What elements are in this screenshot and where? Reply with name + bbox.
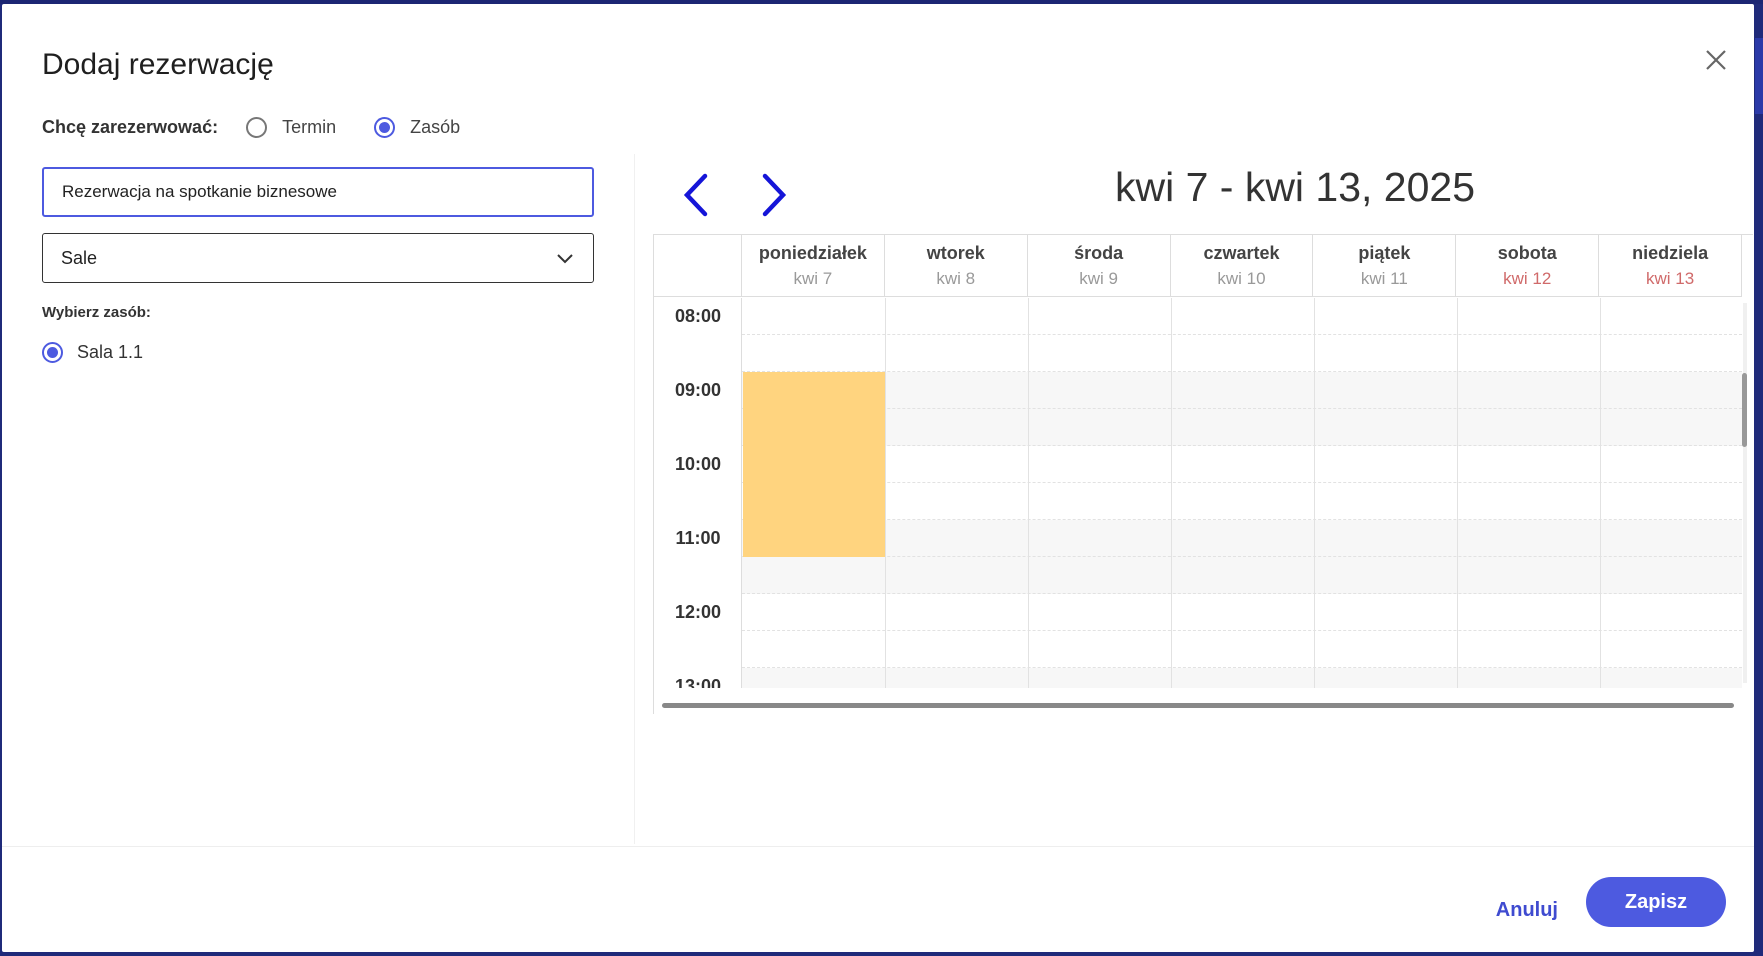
vertical-scrollbar[interactable] <box>1742 373 1747 447</box>
time-slot-row[interactable] <box>742 446 1742 483</box>
day-header-sunday[interactable]: niedziela kwi 13 <box>1599 235 1743 297</box>
day-column-divider <box>1600 298 1601 688</box>
header-corner <box>654 235 742 297</box>
vertical-scroll-track[interactable] <box>1743 303 1747 683</box>
day-date: kwi 10 <box>1217 269 1266 288</box>
radio-option-termin[interactable]: Termin <box>246 117 336 138</box>
day-header-friday[interactable]: piątek kwi 11 <box>1313 235 1457 297</box>
day-column-divider <box>885 298 886 688</box>
day-name: niedziela <box>1632 243 1709 263</box>
day-column-divider <box>1457 298 1458 688</box>
choose-resource-label: Wybierz zasób: <box>42 304 151 321</box>
resource-option-label: Sala 1.1 <box>77 342 144 362</box>
time-slot-row[interactable] <box>742 668 1742 688</box>
day-date: kwi 8 <box>936 269 976 288</box>
cancel-button[interactable]: Anuluj <box>1496 899 1558 922</box>
time-slot-row[interactable] <box>742 409 1742 446</box>
day-date: kwi 7 <box>793 269 833 288</box>
dialog-title: Dodaj rezerwację <box>42 48 274 81</box>
horizontal-scrollbar[interactable] <box>662 703 1734 708</box>
time-label: 13:00 <box>674 676 722 688</box>
time-label: 10:00 <box>674 454 722 474</box>
day-header-thursday[interactable]: czwartek kwi 10 <box>1171 235 1314 297</box>
radio-option-zasob[interactable]: Zasób <box>374 117 460 138</box>
radio-button-zasob[interactable] <box>374 117 396 138</box>
chevron-left-icon <box>683 173 708 217</box>
day-name: poniedziałek <box>758 243 867 263</box>
day-date: kwi 13 <box>1646 269 1695 288</box>
day-column-divider <box>1314 298 1315 688</box>
time-label: 12:00 <box>674 602 722 622</box>
backdrop-right-strip <box>1755 38 1763 114</box>
time-slot-row[interactable] <box>742 520 1742 557</box>
day-column-divider <box>1171 298 1172 688</box>
category-select[interactable]: Sale <box>42 233 594 283</box>
close-button[interactable] <box>1700 44 1732 76</box>
dialog-footer: Anuluj Zapisz <box>2 846 1754 952</box>
time-slot-row[interactable] <box>742 298 1742 335</box>
day-header-tuesday[interactable]: wtorek kwi 8 <box>885 235 1028 297</box>
category-select-value: Sale <box>61 247 98 268</box>
day-header-saturday[interactable]: sobota kwi 12 <box>1456 235 1600 297</box>
day-column-divider <box>1028 298 1029 688</box>
calendar-body[interactable]: 08:00 09:00 10:00 11:00 12:00 13:00 <box>654 298 1742 688</box>
radio-label-zasob: Zasób <box>410 117 461 137</box>
selected-reservation-block[interactable] <box>743 372 885 557</box>
time-slot-row[interactable] <box>742 557 1742 594</box>
close-icon <box>1706 50 1726 70</box>
day-name: sobota <box>1497 243 1557 263</box>
time-slot-row[interactable] <box>742 335 1742 372</box>
day-date: kwi 12 <box>1503 269 1552 288</box>
day-date: kwi 9 <box>1079 269 1118 288</box>
day-header-wednesday[interactable]: środa kwi 9 <box>1028 235 1171 297</box>
day-name: piątek <box>1358 243 1411 263</box>
add-reservation-dialog: Dodaj rezerwację Chcę zarezerwować: Term… <box>2 4 1754 952</box>
reserve-type-row: Chcę zarezerwować: Termin Zasób <box>42 117 498 138</box>
day-name: czwartek <box>1203 243 1280 263</box>
time-slot-row[interactable] <box>742 372 1742 409</box>
time-column: 08:00 09:00 10:00 11:00 12:00 13:00 <box>654 298 742 688</box>
reservation-name-input[interactable] <box>42 167 594 217</box>
day-name: środa <box>1074 243 1124 263</box>
time-slot-row[interactable] <box>742 483 1742 520</box>
resource-option-sala-1-1[interactable]: Sala 1.1 <box>42 342 143 363</box>
radio-button-termin[interactable] <box>246 117 268 138</box>
previous-week-button[interactable] <box>675 170 715 220</box>
time-slot-row[interactable] <box>742 631 1742 668</box>
day-header-monday[interactable]: poniedziałek kwi 7 <box>742 235 885 297</box>
radio-button-sala-1-1[interactable] <box>42 342 63 363</box>
time-label: 09:00 <box>674 380 722 400</box>
time-label: 08:00 <box>674 306 722 326</box>
radio-label-termin: Termin <box>282 117 337 137</box>
save-button[interactable]: Zapisz <box>1586 877 1726 927</box>
week-calendar-grid: poniedziałek kwi 7 wtorek kwi 8 środa kw… <box>653 234 1753 714</box>
next-week-button[interactable] <box>755 170 795 220</box>
calendar-header: poniedziałek kwi 7 wtorek kwi 8 środa kw… <box>654 235 1743 297</box>
chevron-down-icon <box>557 254 573 264</box>
day-date: kwi 11 <box>1360 269 1408 288</box>
chevron-right-icon <box>762 173 787 217</box>
day-name: wtorek <box>926 243 985 263</box>
reserve-type-label: Chcę zarezerwować: <box>42 117 219 137</box>
time-label: 11:00 <box>675 528 721 548</box>
week-range-title: kwi 7 - kwi 13, 2025 <box>1114 164 1476 210</box>
time-slot-row[interactable] <box>742 594 1742 631</box>
calendar-panel: kwi 7 - kwi 13, 2025 poniedziałek kwi 7 … <box>634 154 1754 844</box>
